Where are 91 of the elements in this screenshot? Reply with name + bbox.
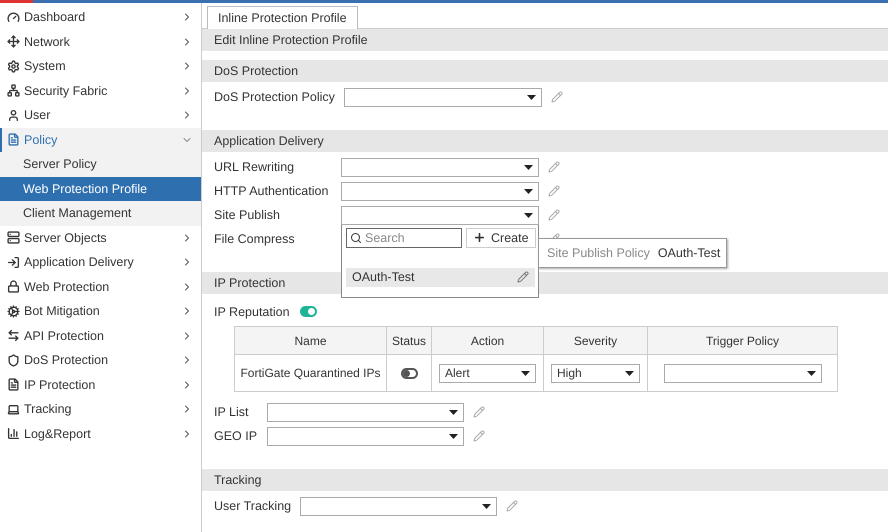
sidebar-item[interactable]: Policy [0,128,201,152]
section-header: DoS Protection [202,60,888,82]
select-field[interactable] [341,206,539,224]
field-label: URL Rewriting [214,160,296,174]
field-label: DoS Protection Policy [214,90,336,104]
field-label: User Tracking [214,499,292,513]
menu-icon [7,304,20,318]
caret-icon [482,504,491,508]
tooltip-value: OAuth-Test [658,246,720,260]
search-field[interactable]: Search [346,228,462,248]
select-field[interactable] [300,496,497,516]
plus-icon [473,231,486,244]
field-label: IP List [214,405,250,419]
menu-icon [7,60,20,73]
column-header: Name [234,326,386,354]
select-field[interactable] [341,182,539,200]
pencil-icon[interactable] [506,500,518,512]
menu-icon [7,378,20,392]
column-header: Trigger Policy [648,326,838,354]
menu-icon [7,256,20,269]
sidebar-item[interactable]: API Protection [0,324,201,348]
section-header: Tracking [202,469,888,491]
dropdown-option[interactable]: OAuth-Test [346,268,535,286]
caret-icon [524,212,533,218]
menu-icon [7,329,20,342]
caret-icon [449,410,458,414]
menu-icon [7,427,20,440]
toggle-switch[interactable] [300,306,317,317]
pencil-icon[interactable] [551,91,563,103]
sidebar-item[interactable]: Server Objects [0,226,201,250]
select-field[interactable]: Alert [439,364,536,382]
field-label: GEO IP [214,429,258,443]
tab[interactable]: Inline Protection Profile [207,6,358,29]
field-label: HTTP Authentication [214,184,330,198]
column-header: Status [386,326,432,354]
pencil-icon[interactable] [517,271,529,283]
pencil-icon[interactable] [473,406,485,418]
sidebar-item[interactable]: Application Delivery [0,250,201,274]
sidebar-item[interactable]: Bot Mitigation [0,299,201,324]
select-field[interactable]: High [551,364,640,382]
menu-icon [7,280,20,294]
pencil-icon[interactable] [548,161,560,173]
toggle-switch[interactable] [400,368,418,380]
sidebar-item[interactable]: Network [0,30,201,54]
column-header: Severity [544,326,648,354]
menu-icon [7,10,20,24]
select-field[interactable] [344,88,542,106]
sidebar-item[interactable]: Security Fabric [0,78,201,103]
sidebar-item[interactable]: User [0,103,201,128]
sidebar-item[interactable]: System [0,54,201,78]
page-title: Edit Inline Protection Profile [202,29,888,51]
sidebar-item[interactable]: Tracking [0,397,201,422]
menu-icon [7,402,20,416]
tooltip-label: Site Publish Policy [547,246,650,260]
sidebar-item[interactable]: Dashboard [0,5,201,30]
caret-icon [524,164,533,170]
sidebar-item[interactable]: Log&Report [0,422,201,446]
sidebar-item[interactable]: Web Protection [0,274,201,299]
menu-icon [7,108,20,122]
sidebar-item[interactable]: DoS Protection [0,348,201,372]
select-field[interactable] [341,158,539,176]
search-icon [350,232,362,244]
caret-icon [806,370,816,376]
select-field[interactable] [267,402,464,422]
select-field[interactable] [267,426,464,446]
menu-icon [7,231,20,244]
caret-icon [527,94,536,100]
menu-icon [7,84,20,98]
sidebar-subitem[interactable]: Client Management [0,201,201,226]
menu-icon [7,354,20,367]
caret-icon [521,370,530,376]
section-header: Application Delivery [202,130,888,152]
field-label: IP Reputation [214,304,290,318]
sidebar-subitem[interactable]: Web Protection Profile [0,176,201,201]
field-label: File Compress [214,232,296,246]
menu-icon [7,35,20,48]
create-button[interactable]: Create [466,228,536,248]
option-label: OAuth-Test [352,270,415,284]
caret-icon [449,434,458,438]
pencil-icon[interactable] [548,209,560,221]
select-field[interactable] [664,364,822,382]
sidebar-subitem[interactable]: Server Policy [0,152,201,176]
table-cell: FortiGate Quarantined IPs [234,354,386,392]
pencil-icon[interactable] [473,430,485,442]
field-label: Site Publish [214,208,282,222]
column-header: Action [432,326,544,354]
pencil-icon[interactable] [548,185,560,197]
sidebar-item[interactable]: IP Protection [0,372,201,397]
caret-icon [625,370,634,376]
caret-icon [524,188,533,194]
menu-icon [7,133,20,146]
